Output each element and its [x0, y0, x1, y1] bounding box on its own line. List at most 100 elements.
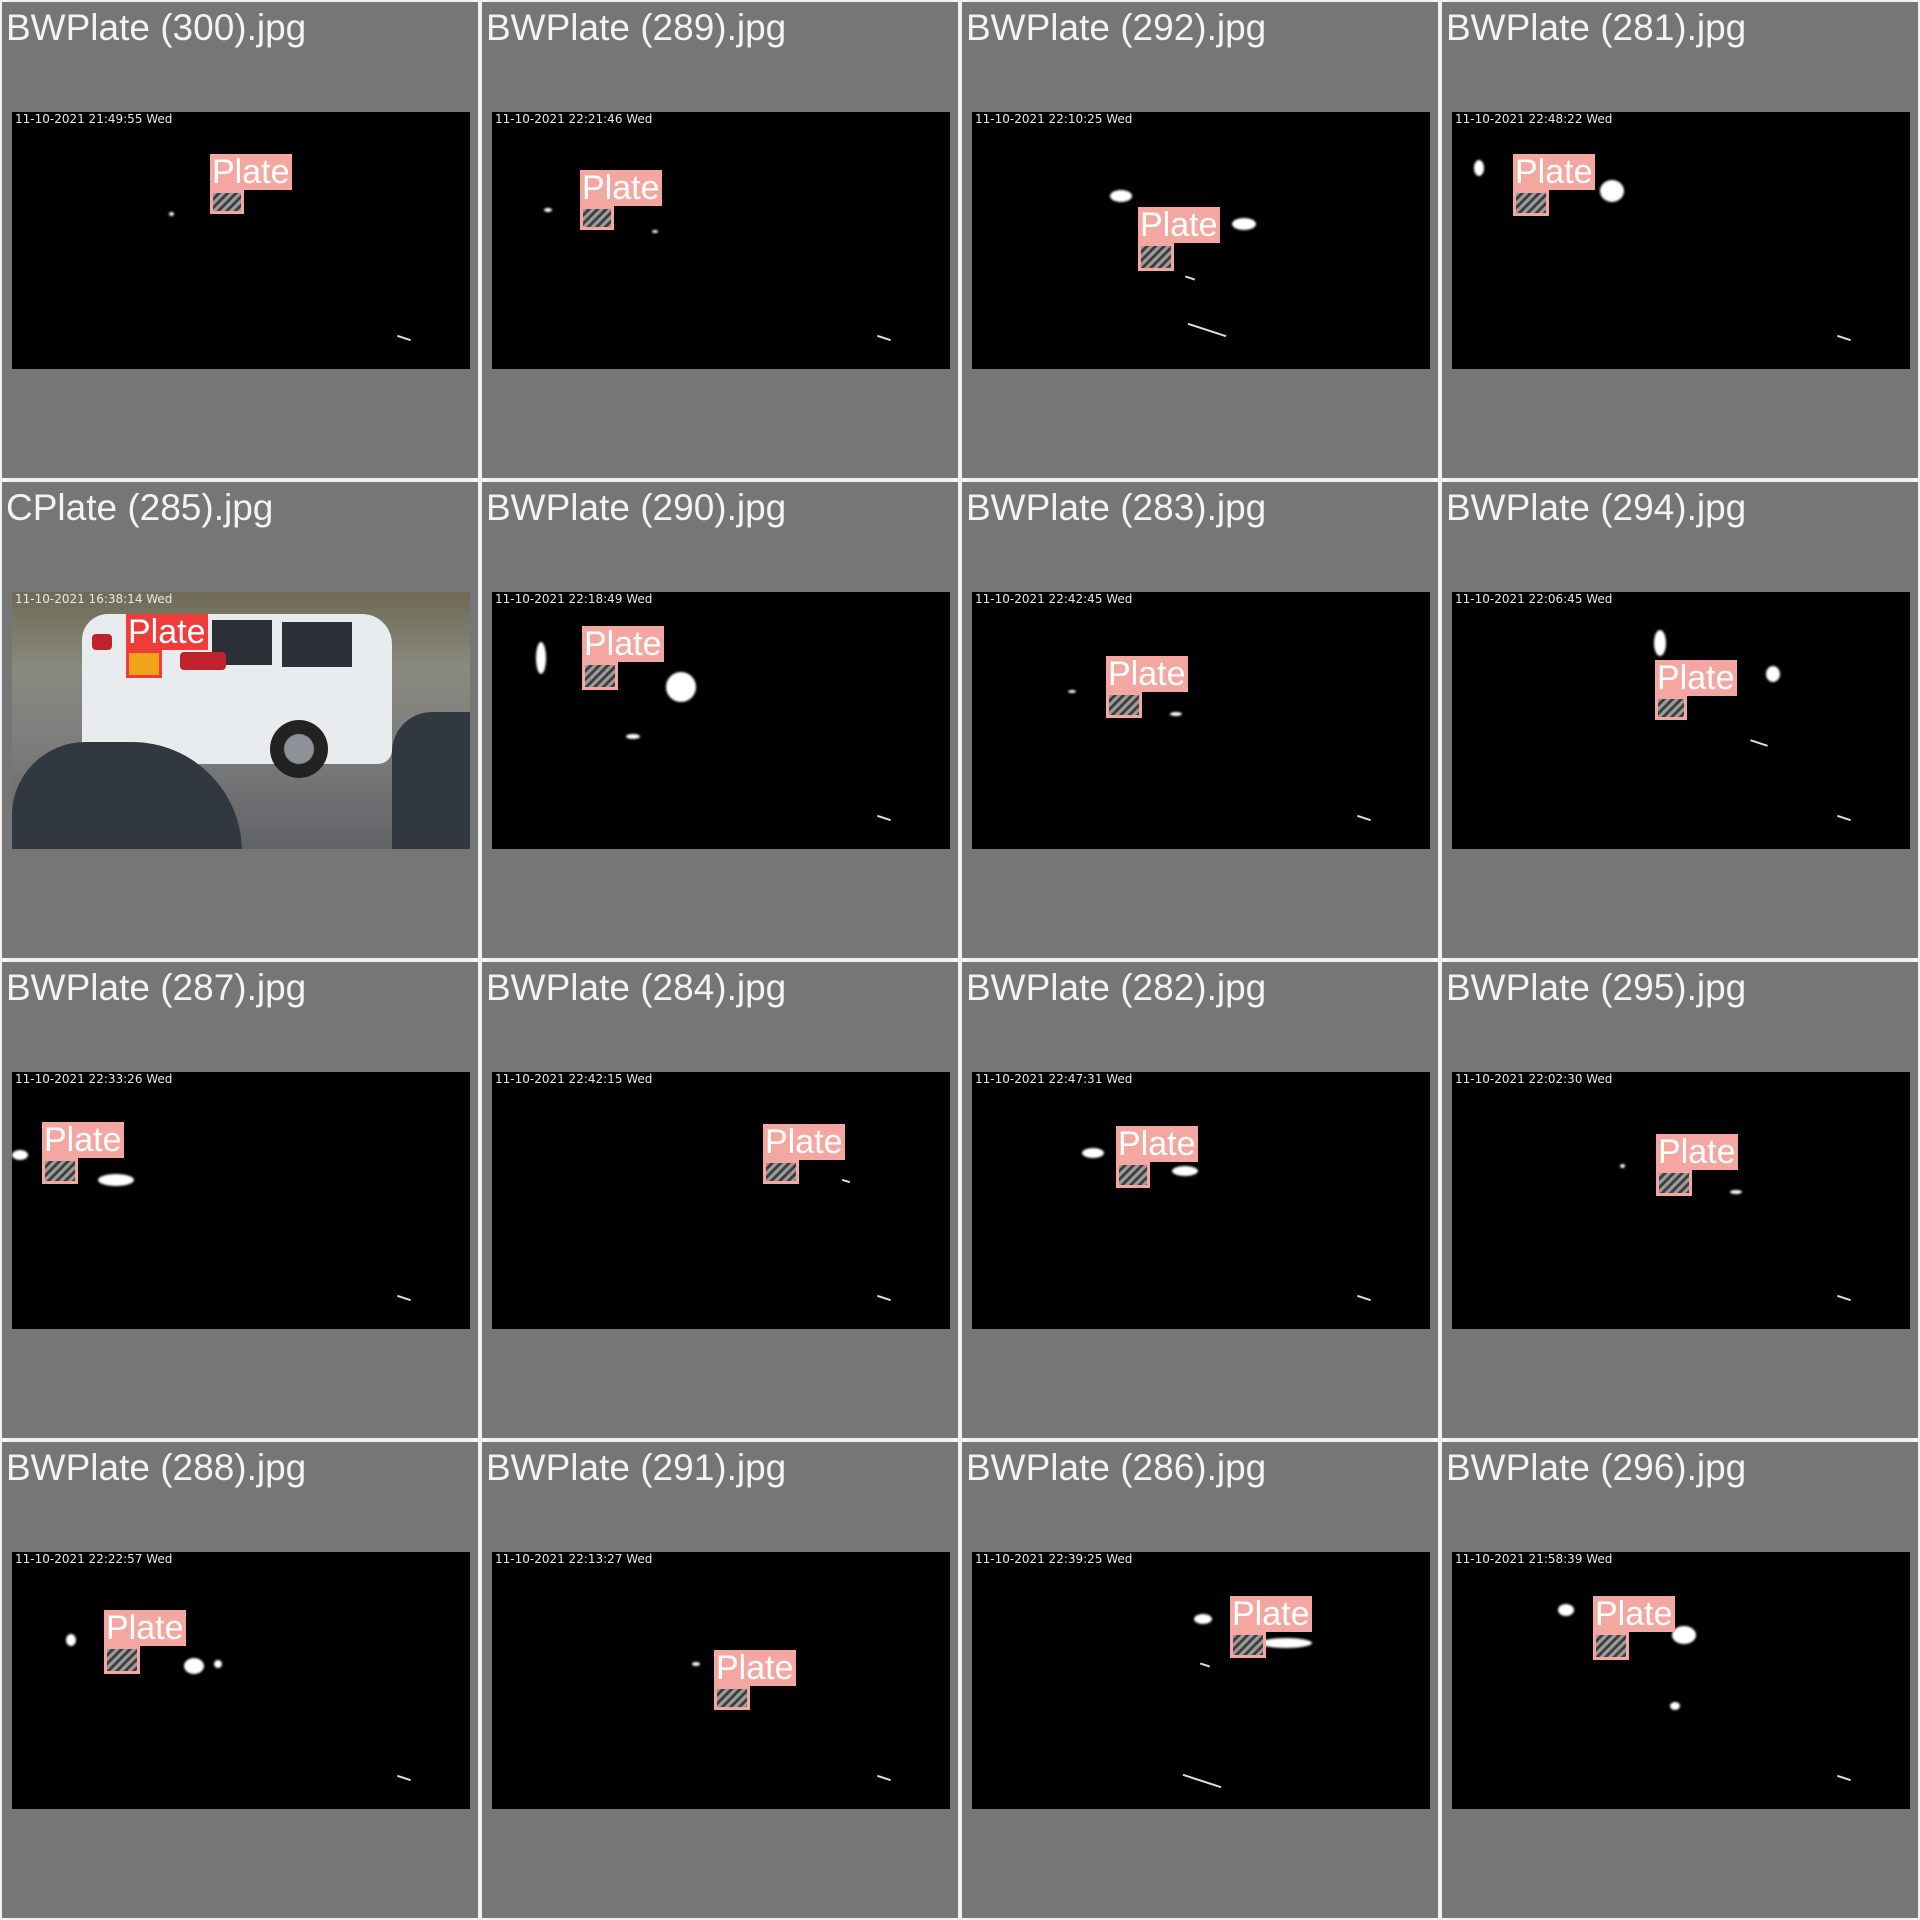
light-streak — [1357, 1294, 1371, 1302]
image-tile[interactable]: BWPlate (292).jpg 11-10-2021 22:10:25 We… — [960, 0, 1440, 480]
frame-timestamp: 11-10-2021 22:13:27 Wed — [495, 1552, 653, 1566]
plate-bounding-box — [1656, 1170, 1692, 1196]
light-glare — [1620, 1164, 1625, 1168]
plate-bounding-box — [582, 662, 618, 690]
light-streak — [1837, 334, 1851, 342]
detection-label: Plate — [126, 613, 208, 651]
light-glare — [1670, 1702, 1680, 1710]
camera-frame: 11-10-2021 22:06:45 Wed Plate — [1452, 592, 1910, 849]
light-glare — [1672, 1626, 1696, 1644]
plate-bounding-box — [714, 1686, 750, 1710]
image-tile[interactable]: BWPlate (282).jpg 11-10-2021 22:47:31 We… — [960, 960, 1440, 1440]
light-glare — [536, 642, 546, 674]
plate-bounding-box — [210, 190, 244, 214]
light-glare — [1232, 218, 1256, 230]
camera-frame: 11-10-2021 22:39:25 Wed Plate — [972, 1552, 1430, 1809]
camera-frame: 11-10-2021 22:48:22 Wed Plate — [1452, 112, 1910, 369]
image-tile[interactable]: BWPlate (284).jpg 11-10-2021 22:42:15 We… — [480, 960, 960, 1440]
plate-bounding-box — [1116, 1162, 1150, 1188]
image-tile[interactable]: BWPlate (300).jpg 11-10-2021 21:49:55 We… — [0, 0, 480, 480]
image-tile[interactable]: BWPlate (283).jpg 11-10-2021 22:42:45 We… — [960, 480, 1440, 960]
frame-timestamp: 11-10-2021 22:42:15 Wed — [495, 1072, 653, 1086]
frame-timestamp: 11-10-2021 22:48:22 Wed — [1455, 112, 1613, 126]
tile-filename: BWPlate (281).jpg — [1446, 7, 1747, 48]
camera-frame: 11-10-2021 22:18:49 Wed Plate — [492, 592, 950, 849]
plate-bounding-box — [1513, 190, 1549, 216]
image-tile[interactable]: BWPlate (281).jpg 11-10-2021 22:48:22 We… — [1440, 0, 1920, 480]
tile-filename: BWPlate (290).jpg — [486, 487, 787, 528]
light-glare — [1654, 630, 1666, 656]
light-glare — [12, 1150, 28, 1160]
light-streak — [1837, 814, 1851, 822]
light-streak — [1837, 1774, 1851, 1782]
light-streak — [1187, 322, 1227, 338]
light-streak — [877, 1774, 891, 1782]
light-glare — [1600, 180, 1624, 202]
plate-bounding-box — [1138, 243, 1174, 271]
plate-bounding-box — [104, 1646, 140, 1674]
light-streak — [1750, 739, 1768, 747]
image-tile[interactable]: BWPlate (296).jpg 11-10-2021 21:58:39 We… — [1440, 1440, 1920, 1920]
camera-frame: 11-10-2021 21:49:55 Wed Plate — [12, 112, 470, 369]
light-streak — [841, 1178, 851, 1184]
image-tile[interactable]: BWPlate (288).jpg 11-10-2021 22:22:57 We… — [0, 1440, 480, 1920]
light-streak — [1357, 814, 1371, 822]
light-glare — [1558, 1604, 1574, 1616]
frame-timestamp: 11-10-2021 22:21:46 Wed — [495, 112, 653, 126]
camera-frame: 11-10-2021 22:22:57 Wed Plate — [12, 1552, 470, 1809]
image-tile[interactable]: BWPlate (286).jpg 11-10-2021 22:39:25 We… — [960, 1440, 1440, 1920]
frame-timestamp: 11-10-2021 22:47:31 Wed — [975, 1072, 1133, 1086]
light-streak — [1182, 1773, 1222, 1789]
detection-label: Plate — [1116, 1125, 1198, 1163]
light-glare — [1082, 1148, 1104, 1158]
camera-frame: 11-10-2021 22:10:25 Wed Plate — [972, 112, 1430, 369]
light-streak — [397, 1774, 411, 1782]
camera-frame: 11-10-2021 21:58:39 Wed Plate — [1452, 1552, 1910, 1809]
light-glare — [214, 1660, 222, 1668]
light-glare — [544, 208, 552, 212]
plate-bounding-box — [42, 1158, 78, 1184]
detection-label: Plate — [763, 1123, 845, 1161]
frame-timestamp: 11-10-2021 22:42:45 Wed — [975, 592, 1133, 606]
frame-timestamp: 11-10-2021 22:33:26 Wed — [15, 1072, 173, 1086]
plate-bounding-box — [1230, 1632, 1266, 1658]
detection-label: Plate — [1656, 1133, 1738, 1171]
image-tile[interactable]: CPlate (285).jpg 11-10-2021 16:38:14 Wed… — [0, 480, 480, 960]
frame-timestamp: 11-10-2021 16:38:14 Wed — [15, 592, 173, 606]
detection-label: Plate — [714, 1649, 796, 1687]
image-tile[interactable]: BWPlate (290).jpg 11-10-2021 22:18:49 We… — [480, 480, 960, 960]
light-glare — [1194, 1614, 1212, 1624]
light-glare — [1474, 160, 1484, 176]
image-tile[interactable]: BWPlate (291).jpg 11-10-2021 22:13:27 We… — [480, 1440, 960, 1920]
frame-timestamp: 11-10-2021 22:39:25 Wed — [975, 1552, 1133, 1566]
tail-light — [92, 634, 112, 650]
detection-label: Plate — [1513, 153, 1595, 191]
camera-frame: 11-10-2021 22:42:15 Wed Plate — [492, 1072, 950, 1329]
light-glare — [1730, 1190, 1742, 1194]
light-glare — [184, 1658, 204, 1674]
tile-filename: BWPlate (284).jpg — [486, 967, 787, 1008]
detection-label: Plate — [1106, 655, 1188, 693]
image-tile[interactable]: BWPlate (287).jpg 11-10-2021 22:33:26 We… — [0, 960, 480, 1440]
camera-frame: 11-10-2021 16:38:14 Wed Plate — [12, 592, 470, 849]
tile-filename: BWPlate (296).jpg — [1446, 1447, 1747, 1488]
plate-bounding-box — [763, 1160, 799, 1184]
detection-label: Plate — [1138, 206, 1220, 244]
detection-label: Plate — [1230, 1595, 1312, 1633]
image-tile[interactable]: BWPlate (289).jpg 11-10-2021 22:21:46 We… — [480, 0, 960, 480]
light-glare — [66, 1634, 76, 1646]
image-tile[interactable]: BWPlate (295).jpg 11-10-2021 22:02:30 We… — [1440, 960, 1920, 1440]
light-streak — [877, 334, 891, 342]
light-glare — [626, 734, 640, 739]
image-tile[interactable]: BWPlate (294).jpg 11-10-2021 22:06:45 We… — [1440, 480, 1920, 960]
tile-filename: BWPlate (287).jpg — [6, 967, 307, 1008]
light-glare — [1110, 190, 1132, 202]
frame-timestamp: 11-10-2021 22:22:57 Wed — [15, 1552, 173, 1566]
camera-frame: 11-10-2021 22:02:30 Wed Plate — [1452, 1072, 1910, 1329]
tile-filename: BWPlate (294).jpg — [1446, 487, 1747, 528]
tile-filename: BWPlate (282).jpg — [966, 967, 1267, 1008]
detection-label: Plate — [42, 1121, 124, 1159]
light-streak — [397, 334, 411, 342]
tile-filename: BWPlate (283).jpg — [966, 487, 1267, 528]
light-glare — [1260, 1638, 1312, 1648]
